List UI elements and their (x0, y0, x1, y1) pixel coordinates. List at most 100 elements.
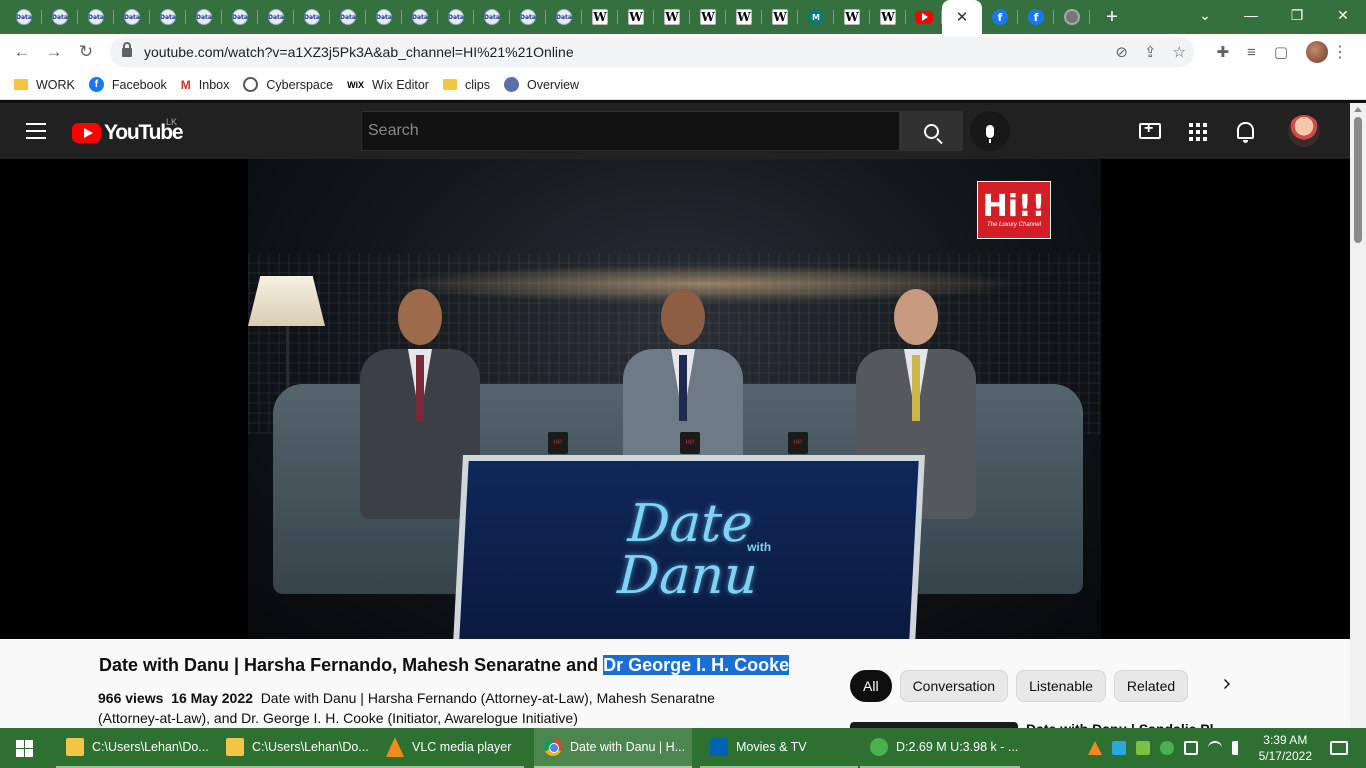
selected-title-text[interactable]: Dr George I. H. Cooke (603, 655, 790, 675)
browser-tab[interactable]: W (762, 0, 798, 34)
browser-tab[interactable]: Data (474, 0, 510, 34)
volume-icon[interactable] (1231, 741, 1246, 755)
bookmark-item[interactable]: WORK (14, 78, 75, 92)
browser-tab[interactable]: W (582, 0, 618, 34)
vlc-tray-icon[interactable] (1087, 741, 1102, 755)
create-video-icon[interactable] (1139, 120, 1161, 139)
browser-tab[interactable]: Data (438, 0, 474, 34)
back-button[interactable]: ← (6, 36, 38, 68)
chip-conversation[interactable]: Conversation (899, 670, 1009, 702)
browser-tab[interactable]: Data (222, 0, 258, 34)
scroll-up-arrow-icon[interactable] (1354, 107, 1362, 112)
apps-grid-icon[interactable] (1189, 123, 1207, 141)
browser-tab[interactable]: W (726, 0, 762, 34)
address-bar[interactable]: youtube.com/watch?v=a1XZ3j5Pk3A&ab_chann… (110, 37, 1194, 67)
browser-tab[interactable]: Data (150, 0, 186, 34)
taskbar-item[interactable]: D:2.69 M U:3.98 k - ... (860, 728, 1020, 768)
taskbar-item[interactable]: VLC media player (376, 728, 524, 768)
browser-menu-icon[interactable]: ⋮ (1332, 42, 1348, 62)
bookmark-item[interactable]: f Facebook (88, 77, 167, 92)
app-tray-icon[interactable] (1135, 741, 1150, 755)
browser-tab[interactable]: W (690, 0, 726, 34)
minimize-button[interactable]: — (1228, 7, 1274, 23)
bookmark-item[interactable]: Cyberspace (243, 77, 333, 92)
video-player-area[interactable]: Hi!! Hi!! Hi!! Date with Danu Hi!! The L… (0, 159, 1350, 639)
new-tab-button[interactable]: + (1094, 0, 1130, 34)
browser-tab[interactable]: f (982, 0, 1018, 34)
battery-icon[interactable] (1183, 741, 1198, 755)
lock-icon[interactable] (122, 41, 132, 57)
bookmark-item[interactable]: clips (442, 78, 490, 92)
bookmark-label: Inbox (198, 77, 230, 92)
windows-start-icon[interactable] (0, 728, 48, 768)
voice-search-button[interactable] (970, 111, 1010, 151)
share-icon[interactable]: ⇪ (1144, 43, 1157, 61)
browser-tab[interactable]: M (798, 0, 834, 34)
browser-tab[interactable]: Data (78, 0, 114, 34)
tab-search-button[interactable]: ⌄ (1182, 7, 1228, 24)
bookmark-item[interactable]: WiX Wix Editor (347, 78, 429, 92)
chip-related[interactable]: Related (1113, 670, 1189, 702)
browser-tab[interactable]: Data (258, 0, 294, 34)
page-scrollbar[interactable] (1350, 103, 1366, 728)
menu-icon[interactable] (26, 123, 46, 144)
related-filter-chips: All Conversation Listenable Related (850, 670, 1189, 702)
browser-tab[interactable]: Data (42, 0, 78, 34)
side-panel-icon[interactable]: ▢ (1274, 43, 1288, 61)
search-button[interactable] (899, 111, 963, 151)
browser-tab[interactable]: Data (294, 0, 330, 34)
browser-tab[interactable]: Data (330, 0, 366, 34)
active-tab-youtube[interactable]: ✕ (942, 0, 982, 34)
reload-button[interactable]: ↻ (70, 36, 102, 68)
browser-tab[interactable]: Data (186, 0, 222, 34)
scrollbar-thumb[interactable] (1354, 117, 1362, 243)
chevron-right-icon[interactable] (1220, 679, 1230, 689)
chip-listenable[interactable]: Listenable (1016, 670, 1106, 702)
maximize-button[interactable]: ❐ (1274, 7, 1320, 24)
browser-tab[interactable]: Data (510, 0, 546, 34)
browser-tab[interactable]: W (618, 0, 654, 34)
browser-tab[interactable]: Data (6, 0, 42, 34)
taskbar-item[interactable]: C:\Users\Lehan\Do... (216, 728, 376, 768)
notification-center-icon[interactable] (1330, 741, 1348, 755)
video-frame[interactable]: Hi!! Hi!! Hi!! Date with Danu Hi!! The L… (248, 159, 1101, 639)
notifications-bell-icon[interactable] (1237, 122, 1254, 143)
browser-tab[interactable]: Data (402, 0, 438, 34)
browser-tab[interactable]: f (1018, 0, 1054, 34)
taskbar-item[interactable]: Movies & TV (700, 728, 858, 768)
browser-tab[interactable]: Data (114, 0, 150, 34)
video-description[interactable]: 966 views 16 May 2022 Date with Danu | H… (98, 688, 738, 728)
wikipedia-favicon-icon: W (736, 9, 752, 25)
utorrent-tray-icon[interactable] (1159, 741, 1174, 755)
close-window-button[interactable]: ✕ (1320, 7, 1366, 24)
account-avatar[interactable] (1288, 115, 1320, 147)
wifi-icon[interactable] (1207, 741, 1222, 755)
profile-avatar[interactable] (1306, 41, 1328, 63)
bookmark-item[interactable]: Overview (503, 77, 579, 92)
taskbar-item[interactable]: C:\Users\Lehan\Do... (56, 728, 216, 768)
system-clock[interactable]: 3:39 AM 5/17/2022 (1259, 732, 1312, 764)
browser-tab[interactable] (1054, 0, 1090, 34)
bookmark-item[interactable]: M Inbox (181, 78, 230, 92)
browser-tab[interactable]: Data (546, 0, 582, 34)
browser-tab[interactable]: W (654, 0, 690, 34)
search-input[interactable] (368, 122, 900, 140)
taskbar-item[interactable]: Date with Danu | H... (534, 728, 692, 768)
taskbar-item-label: Date with Danu | H... (570, 740, 686, 754)
media-control-icon[interactable]: ≡ (1247, 44, 1256, 61)
chip-all[interactable]: All (850, 670, 892, 702)
forward-button[interactable]: → (38, 36, 70, 68)
extensions-icon[interactable]: ✚ (1216, 43, 1229, 61)
browser-tab[interactable]: Data (366, 0, 402, 34)
browser-tab[interactable]: W (870, 0, 906, 34)
browser-tab[interactable]: W (834, 0, 870, 34)
url-text[interactable]: youtube.com/watch?v=a1XZ3j5Pk3A&ab_chann… (144, 44, 574, 60)
close-tab-icon[interactable]: ✕ (956, 8, 969, 26)
network-app-tray-icon[interactable] (1111, 741, 1126, 755)
bookmark-star-icon[interactable]: ☆ (1173, 43, 1186, 61)
browser-tab[interactable] (906, 0, 942, 34)
browser-tab-strip: Data Data Data Data Data Data Data Data Data Data… (0, 0, 1366, 34)
search-box[interactable] (361, 111, 901, 151)
cyberspace-icon (243, 77, 259, 92)
eye-off-icon[interactable]: ⊘ (1115, 43, 1128, 61)
